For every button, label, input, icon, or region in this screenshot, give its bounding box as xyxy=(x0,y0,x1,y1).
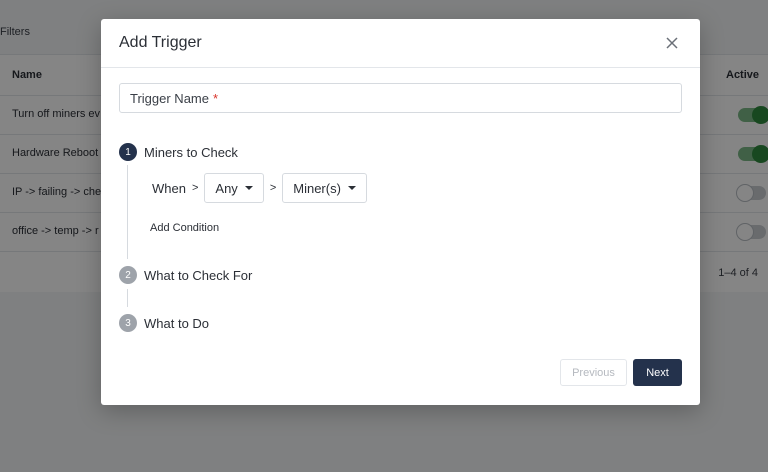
add-trigger-dialog: Add Trigger Trigger Name * 1 Miners to C… xyxy=(101,19,700,405)
trigger-name-input[interactable]: Trigger Name * xyxy=(119,83,682,113)
previous-button[interactable]: Previous xyxy=(560,359,627,386)
step-connector xyxy=(127,289,128,307)
target-select-value: Miner(s) xyxy=(293,180,341,196)
target-select[interactable]: Miner(s) xyxy=(282,173,367,203)
step-label: Miners to Check xyxy=(144,144,238,160)
close-icon[interactable] xyxy=(664,35,680,51)
step-miners-to-check[interactable]: 1 Miners to Check xyxy=(119,143,238,161)
add-condition-button[interactable]: Add Condition xyxy=(150,222,219,234)
required-mark: * xyxy=(212,90,219,106)
scope-select-value: Any xyxy=(215,180,238,196)
step-number: 1 xyxy=(119,143,137,161)
step-number: 3 xyxy=(119,314,137,332)
trigger-name-placeholder: Trigger Name xyxy=(130,90,209,106)
step-label: What to Do xyxy=(144,315,210,331)
separator: > xyxy=(191,182,199,194)
dialog-header: Add Trigger xyxy=(101,19,700,68)
chevron-down-icon xyxy=(347,186,356,190)
chevron-down-icon xyxy=(244,186,253,190)
scope-select[interactable]: Any xyxy=(204,173,264,203)
separator: > xyxy=(269,182,277,194)
condition-row: When > Any > Miner(s) xyxy=(152,173,367,203)
step-what-to-check-for[interactable]: 2 What to Check For xyxy=(119,266,252,284)
next-button[interactable]: Next xyxy=(633,359,682,386)
step-label: What to Check For xyxy=(144,267,253,283)
step-what-to-do[interactable]: 3 What to Do xyxy=(119,314,209,332)
step-number: 2 xyxy=(119,266,137,284)
step-connector xyxy=(127,165,128,259)
dialog-title: Add Trigger xyxy=(119,34,202,51)
when-label: When xyxy=(152,180,186,196)
